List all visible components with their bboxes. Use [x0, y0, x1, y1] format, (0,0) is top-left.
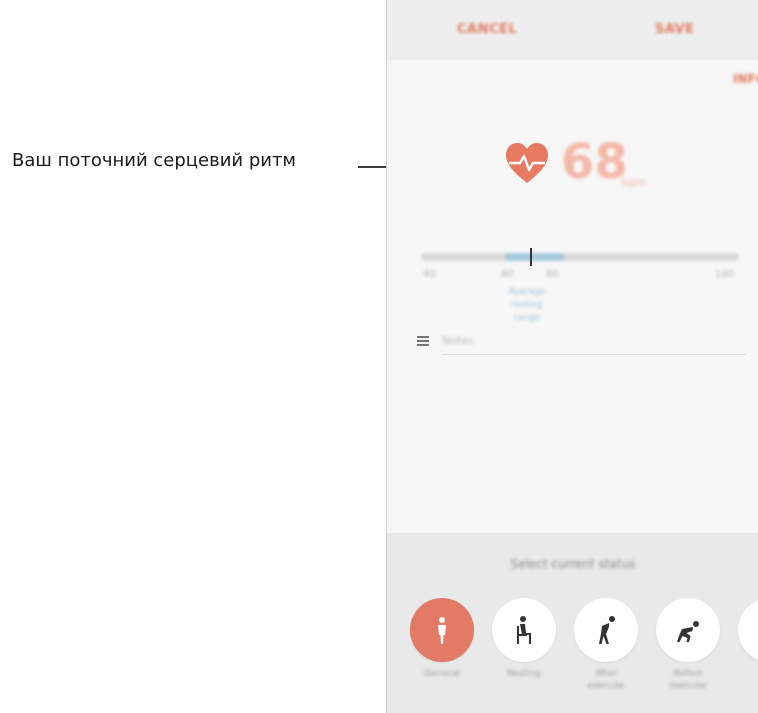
- status-resting-label: Resting: [507, 669, 541, 679]
- status-after-exercise-label: After exercise: [587, 669, 625, 691]
- save-button[interactable]: SAVE: [655, 22, 694, 37]
- status-general-button[interactable]: [410, 598, 474, 662]
- status-resting-button[interactable]: [492, 598, 556, 662]
- cancel-button[interactable]: CANCEL: [457, 22, 517, 37]
- crouching-person-icon: [677, 621, 699, 642]
- info-button[interactable]: INFO: [733, 72, 758, 86]
- range-caption: Average resting range: [508, 287, 546, 323]
- sitting-person-icon: [517, 616, 531, 644]
- top-toolbar: CANCEL SAVE: [387, 0, 758, 60]
- status-before-exercise-label: Before exercise: [669, 669, 707, 691]
- bending-person-icon: [599, 616, 615, 644]
- heart-icon: [506, 143, 548, 183]
- notes-underline: [442, 354, 746, 355]
- heart-rate-range-bar: [421, 253, 739, 261]
- range-high-label: 80: [546, 269, 559, 280]
- current-rate-marker: [530, 248, 532, 266]
- status-more-button[interactable]: [738, 598, 758, 662]
- status-general-label: General: [424, 669, 460, 679]
- range-low-label: 60: [501, 269, 514, 280]
- heart-rate-callout-text: Ваш поточний серцевий ритм: [12, 150, 297, 171]
- phone-screen: CANCEL SAVE INFO 68 bpm 40 60 80 100 Ave…: [386, 0, 758, 713]
- heart-rate-unit: bpm: [621, 176, 646, 189]
- status-panel: Select current status General Resting Af…: [387, 533, 758, 713]
- status-before-exercise-button[interactable]: [656, 598, 720, 662]
- heart-rate-value: 68: [561, 134, 628, 190]
- average-range-segment: [505, 253, 565, 261]
- scale-min-label: 40: [423, 269, 436, 280]
- standing-person-icon: [438, 617, 446, 644]
- notes-input[interactable]: Notes: [442, 334, 474, 347]
- status-title: Select current status: [510, 557, 636, 571]
- status-after-exercise-button[interactable]: [574, 598, 638, 662]
- scale-max-label: 100: [715, 269, 735, 280]
- partial-icon: [754, 614, 758, 646]
- notes-icon: [417, 334, 429, 348]
